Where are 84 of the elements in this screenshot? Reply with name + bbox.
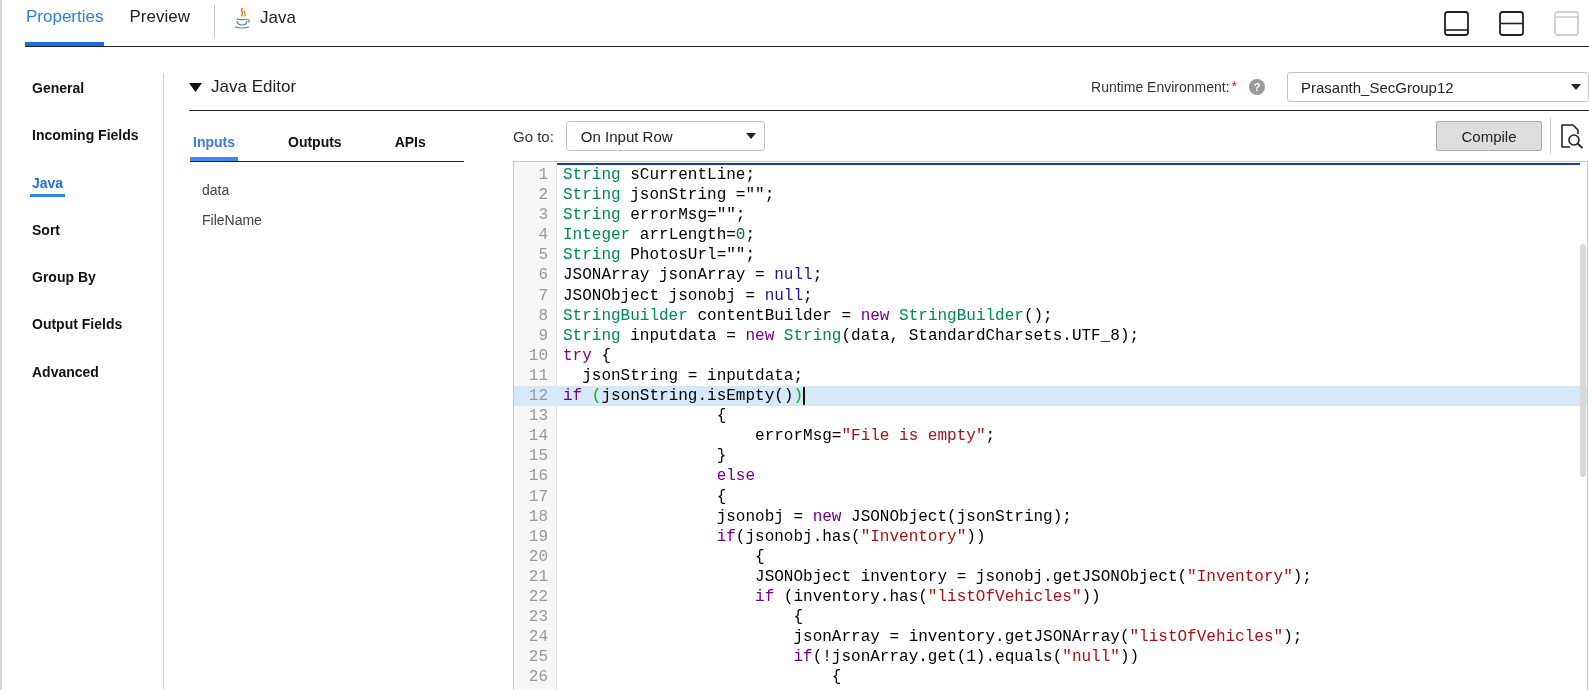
code-line: jsonString = inputdata; [581,365,804,387]
line-number: 6 [538,266,548,285]
line-number: 4 [538,226,548,245]
sidebar-item[interactable]: Advanced [30,362,101,386]
coffee-cup-icon [232,7,251,29]
code-line: } [715,446,727,467]
go-to-dropdown[interactable]: On Input Row [565,121,765,151]
sidebar-item[interactable]: General [30,79,87,102]
field-name: data [202,181,230,199]
code-line: { [830,667,842,688]
code-line: try { [563,345,611,366]
sidebar-item[interactable]: Incoming Fields [30,126,141,150]
line-number: 11 [528,366,548,385]
code-line: StringBuilder contentBuilder = new StringBuilder(); [563,305,1053,326]
bottom-panel-layout-icon[interactable] [1444,11,1469,36]
code-line: if (jsonString.isEmpty()) [563,386,804,407]
code-line: { [792,607,804,628]
scrollbar-thumb[interactable] [1580,244,1586,477]
line-number: 5 [538,246,548,265]
code-line: if (inventory.has("listOfVehicles")) [754,586,1101,608]
line-number: 3 [538,206,548,225]
split-layout-icon[interactable] [1499,11,1524,36]
line-number: 25 [528,648,548,667]
code-line: String inputdata = new String(data, StandardCharsets.UTF_8); [563,325,1140,346]
sidebar-item[interactable]: Sort [30,220,62,244]
sidebar-item[interactable]: Output Fields [30,315,125,339]
tab[interactable]: Inputs [190,133,238,161]
required-mark: * [1231,78,1237,94]
sidebar-item[interactable]: Group By [30,268,98,292]
line-number: 1 [538,166,548,184]
line-number: 8 [538,306,548,325]
section-title: Java Editor [211,77,297,97]
code-line: String errorMsg=""; [563,205,746,226]
view-tab[interactable]: Preview [128,0,191,46]
code-line: { [715,406,727,427]
caret-down-icon [745,133,756,139]
line-number: 15 [528,447,548,466]
runtime-environment-dropdown[interactable]: Prasanth_SecGroup12 [1287,72,1589,102]
code-line: { [754,546,765,567]
code-line: jsonobj = new JSONObject(jsonString); [715,506,1072,527]
object-title: Java [259,8,296,28]
code-editor[interactable] [513,161,1588,690]
sidebar-item[interactable]: Java [30,173,66,197]
line-number: 16 [528,467,548,486]
code-line: JSONObject jsonobj = null; [563,285,813,306]
line-number: 17 [528,487,548,506]
line-number: 22 [528,587,548,606]
code-line: jsonArray = inventory.getJSONArray("listOfVehicles"); [792,627,1303,648]
code-line: { [715,486,727,507]
code-line: errorMsg="File is empty"; [754,426,996,447]
code-line: JSONObject inventory = jsonobj.getJSONObject("Inventory"); [754,566,1312,587]
code-line: String jsonString =""; [563,185,775,206]
line-number: 21 [528,567,548,586]
code-line: String sCurrentLine; [563,165,756,186]
code-line: if(jsonobj.has("Inventory")) [715,526,986,547]
line-number: 24 [528,628,548,647]
code-line: if(!jsonArray.get(1).equals("null")) [792,647,1140,668]
line-number: 20 [528,547,548,566]
field-name: FileName [202,211,262,229]
line-number: 23 [528,608,548,627]
line-number: 18 [528,507,548,526]
line-number: 2 [538,186,548,205]
caret-down-icon[interactable] [189,80,202,94]
code-line: Integer arrLength=0; [563,225,756,246]
caret-down-icon [1571,84,1581,90]
compile-button[interactable]: Compile [1436,121,1542,151]
tab[interactable]: Outputs [285,133,345,161]
text-cursor [803,387,805,406]
line-number: 12 [528,387,548,406]
line-number: 7 [538,286,548,305]
code-line: else [715,466,756,487]
line-number: 10 [528,346,548,365]
view-tab[interactable]: Properties [25,0,105,46]
line-number: 19 [528,527,548,546]
line-number: 13 [528,407,548,426]
document-search-icon[interactable] [1560,123,1584,149]
line-number: 9 [538,326,548,345]
line-number: 14 [528,427,548,446]
field-label: Runtime Environment: [1091,79,1230,95]
code-line: JSONArray jsonArray = null; [563,265,823,286]
field-label: Go to: [513,127,554,145]
line-number: 26 [528,668,548,687]
tab[interactable]: APIs [391,133,429,161]
code-line: String PhotosUrl=""; [563,245,756,266]
